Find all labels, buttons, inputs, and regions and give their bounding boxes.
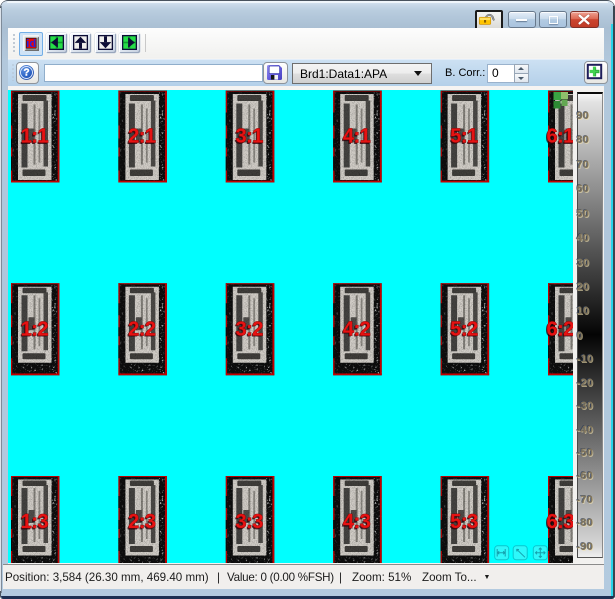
svg-text:3:2: 3:2: [235, 318, 263, 340]
svg-text:1:3: 1:3: [21, 511, 49, 533]
svg-text:5:1: 5:1: [450, 126, 478, 148]
svg-text:5:3: 5:3: [450, 511, 478, 533]
svg-text:4:1: 4:1: [343, 126, 371, 148]
svg-text:1:1: 1:1: [21, 126, 49, 148]
svg-text:2:2: 2:2: [128, 318, 156, 340]
svg-text:6:1: 6:1: [546, 126, 572, 148]
svg-text:4:3: 4:3: [343, 511, 371, 533]
svg-text:3:3: 3:3: [235, 511, 263, 533]
svg-text:3:1: 3:1: [235, 126, 263, 148]
svg-text:4:2: 4:2: [343, 318, 371, 340]
svg-text:id: id: [26, 38, 36, 50]
svg-text:6:3: 6:3: [546, 511, 572, 533]
svg-text:1:2: 1:2: [21, 318, 49, 340]
svg-text:2:1: 2:1: [128, 126, 156, 148]
svg-text:5:2: 5:2: [450, 318, 478, 340]
svg-text:6:2: 6:2: [546, 318, 572, 340]
svg-text:2:3: 2:3: [128, 511, 156, 533]
svg-text:?: ?: [23, 67, 29, 78]
